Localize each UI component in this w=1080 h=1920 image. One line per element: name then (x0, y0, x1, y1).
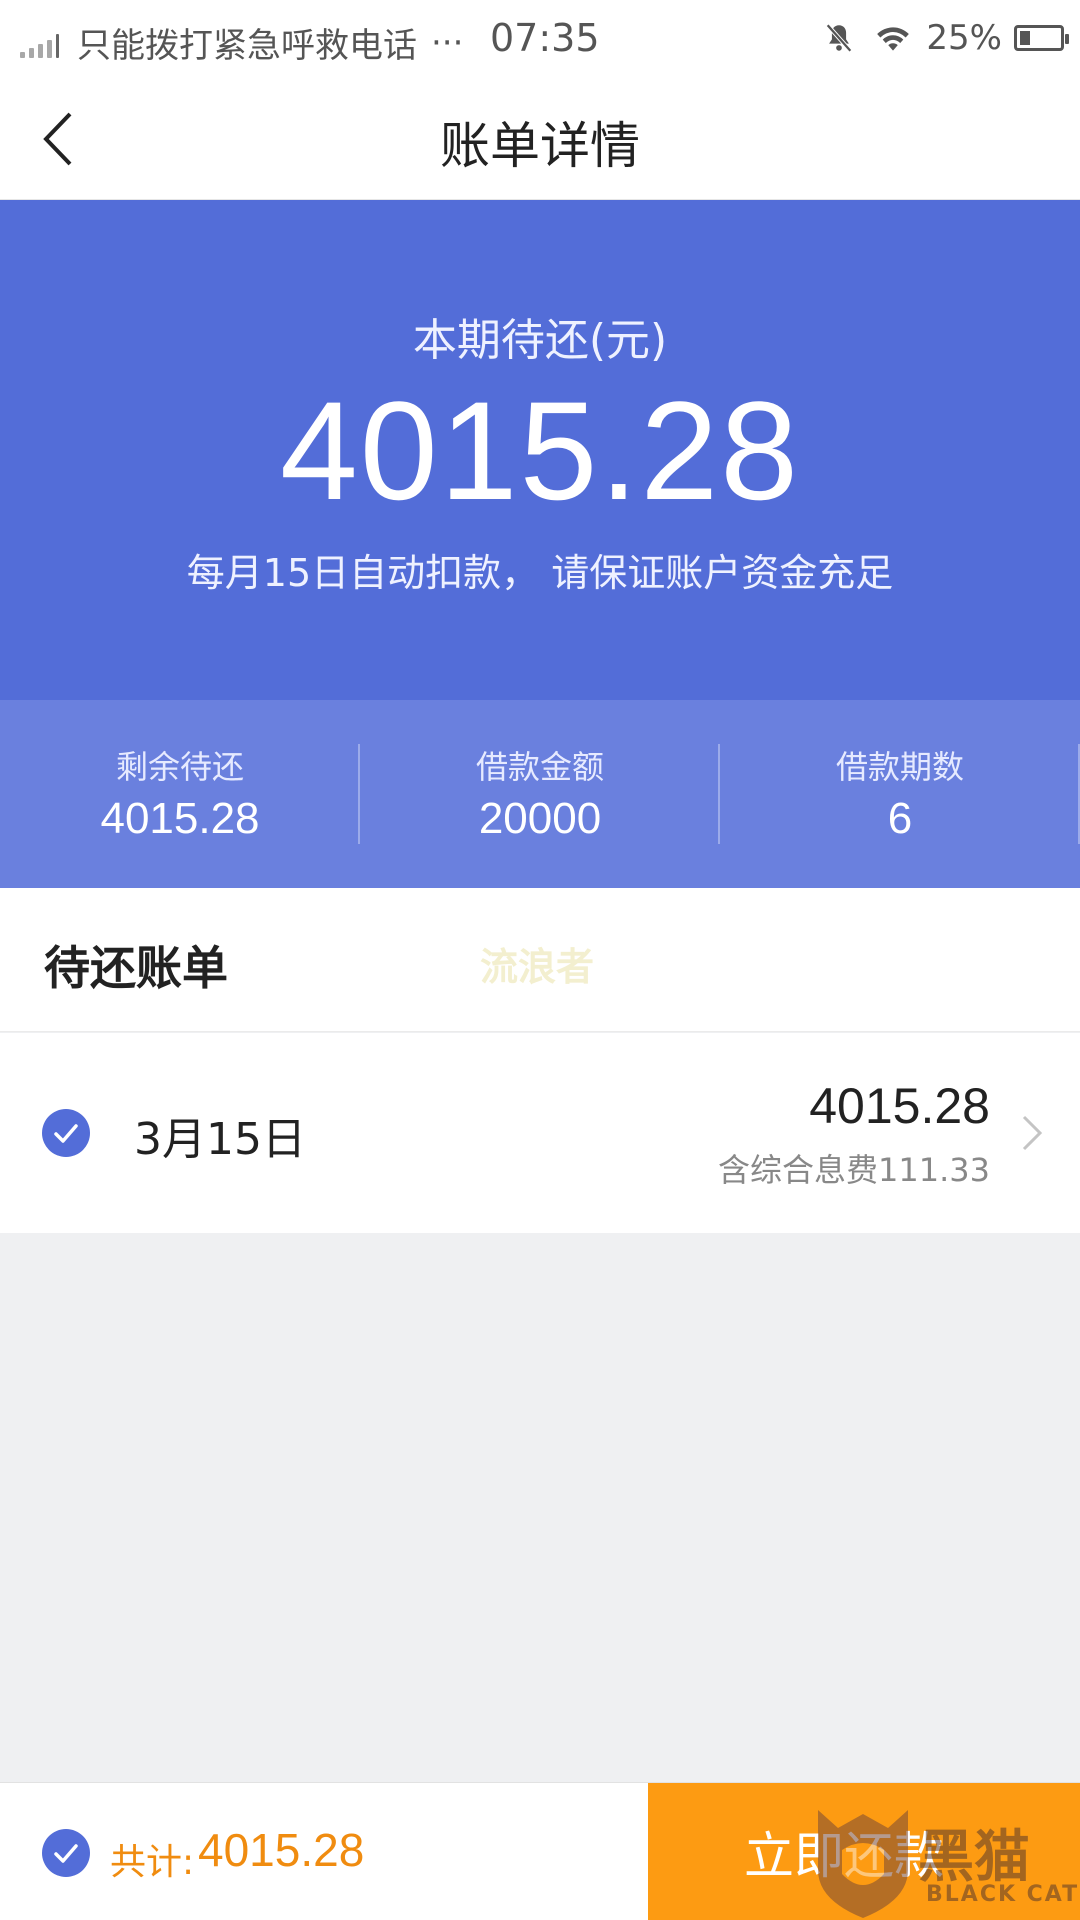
bill-fee: 含综合息费111.33 (718, 1151, 990, 1189)
status-bar: 只能拨打紧急呼救电话 ··· 07:35 25% (0, 0, 1080, 78)
brand-name-en: BLACK CAT (926, 1882, 1080, 1907)
stat-loan-terms: 借款期数 6 (720, 700, 1080, 888)
check-icon[interactable] (42, 1109, 90, 1157)
bill-row[interactable]: 3月15日 4015.28 含综合息费111.33 (0, 1033, 1080, 1233)
total-value: 4015.28 (198, 1824, 365, 1876)
brand-name-cn: 黑猫 (918, 1825, 1030, 1890)
stat-loan-amount: 借款金额 20000 (360, 700, 720, 888)
stat-label: 借款金额 (475, 748, 604, 786)
loan-stats: 剩余待还 4015.28 借款金额 20000 借款期数 6 (0, 700, 1080, 888)
chevron-right-icon[interactable] (1020, 1113, 1044, 1153)
total-label: 共计: (110, 1842, 195, 1883)
status-right: 25% (822, 18, 1069, 58)
status-time: 07:35 (490, 16, 600, 60)
section-title: 待还账单 (44, 941, 228, 995)
nav-bar: 账单详情 (0, 78, 1080, 200)
current-due-amount: 4015.28 (279, 372, 801, 529)
signal-icon (20, 28, 63, 58)
pending-bills-header: 待还账单 流浪者 (0, 888, 1080, 1032)
bill-date: 3月15日 (134, 1114, 306, 1165)
cat-shield-icon (818, 1810, 908, 1918)
select-all-check-icon[interactable] (42, 1829, 90, 1877)
watermark-text: 流浪者 (480, 945, 595, 989)
stat-label: 剩余待还 (115, 748, 244, 786)
carrier-text: 只能拨打紧急呼救电话 (77, 26, 417, 66)
current-due-label: 本期待还(元) (412, 315, 668, 366)
battery-icon (1014, 25, 1069, 51)
page-title: 账单详情 (440, 117, 640, 175)
bill-detail-page: 只能拨打紧急呼救电话 ··· 07:35 25% 账单详情 本期待还(元) 40… (0, 0, 1080, 1920)
stat-value: 4015.28 (100, 794, 260, 843)
stat-remaining: 剩余待还 4015.28 (0, 700, 360, 888)
current-due-panel: 本期待还(元) 4015.28 每月15日自动扣款， 请保证账户资金充足 (0, 200, 1080, 700)
stat-label: 借款期数 (835, 748, 964, 786)
brand-watermark: 黑猫 BLACK CAT (808, 1800, 1080, 1920)
wifi-icon (877, 27, 910, 51)
auto-debit-note: 每月15日自动扣款， 请保证账户资金充足 (186, 551, 894, 595)
mute-bell-icon (826, 23, 853, 53)
status-left: 只能拨打紧急呼救电话 ··· (20, 18, 463, 67)
bill-amount: 4015.28 (809, 1078, 990, 1134)
more-indicator: ··· (431, 22, 464, 63)
stat-value: 20000 (478, 794, 602, 843)
battery-percent: 25% (926, 18, 1002, 58)
stat-value: 6 (887, 794, 913, 843)
